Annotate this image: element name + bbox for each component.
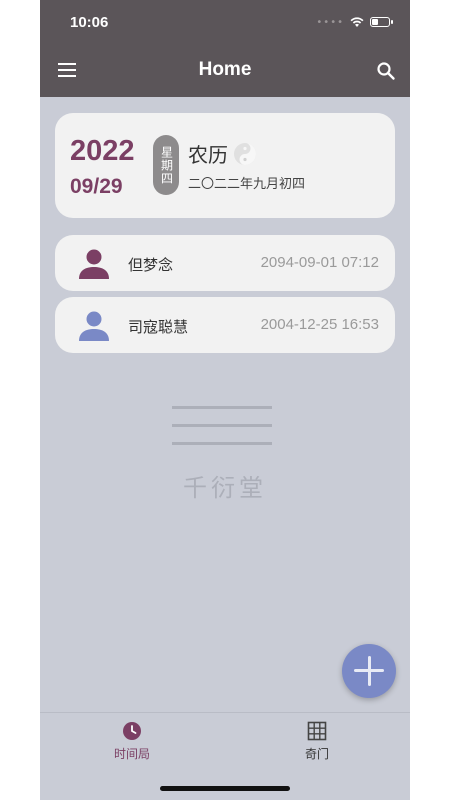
trigram-icon — [172, 406, 272, 445]
search-icon[interactable] — [376, 61, 396, 81]
lunar-label: 农历 — [188, 143, 228, 167]
add-button[interactable] — [342, 644, 396, 698]
list-item[interactable]: 司寇聪慧 2004-12-25 16:53 — [55, 297, 395, 353]
record-datetime: 2094-09-01 07:12 — [260, 254, 379, 271]
status-indicators: •••• — [316, 16, 393, 28]
tab-label: 时间局 — [113, 747, 150, 761]
grid-icon — [307, 721, 327, 741]
date-card[interactable]: 2022 09/29 星期四 农历 二〇二二年九月初四 — [55, 113, 395, 218]
cellular-signal-icon: •••• — [316, 16, 344, 28]
person-avatar-icon — [79, 249, 109, 279]
tab-label: 奇门 — [304, 747, 329, 761]
person-avatar-icon — [79, 311, 109, 341]
yin-yang-icon — [234, 142, 256, 165]
list-item[interactable]: 但梦念 2094-09-01 07:12 — [55, 235, 395, 291]
app-bar: Home — [40, 45, 410, 97]
tab-time[interactable]: 时间局 — [92, 721, 172, 762]
lunar-title: 农历 — [188, 139, 257, 168]
battery-icon — [370, 17, 393, 27]
phone-screen: 10:06 •••• Home 2022 09/29 星期四 农历 二〇二二年九… — [40, 0, 410, 800]
date-year: 2022 — [70, 135, 135, 167]
tab-qimen[interactable]: 奇门 — [277, 721, 357, 762]
home-indicator — [160, 786, 290, 791]
watermark-logo: 千衍堂 — [165, 400, 285, 503]
record-name: 但梦念 — [128, 256, 174, 274]
status-bar: 10:06 •••• — [40, 0, 410, 45]
record-name: 司寇聪慧 — [128, 318, 189, 336]
page-title: Home — [198, 59, 252, 80]
clock-icon — [123, 722, 141, 740]
record-datetime: 2004-12-25 16:53 — [260, 316, 379, 333]
watermark-text: 千衍堂 — [183, 474, 267, 502]
date-month-day: 09/29 — [70, 175, 123, 198]
weekday-badge: 星期四 — [153, 135, 179, 195]
status-time: 10:06 — [70, 14, 109, 31]
lunar-date: 二〇二二年九月初四 — [188, 177, 306, 192]
wifi-icon — [350, 17, 364, 27]
